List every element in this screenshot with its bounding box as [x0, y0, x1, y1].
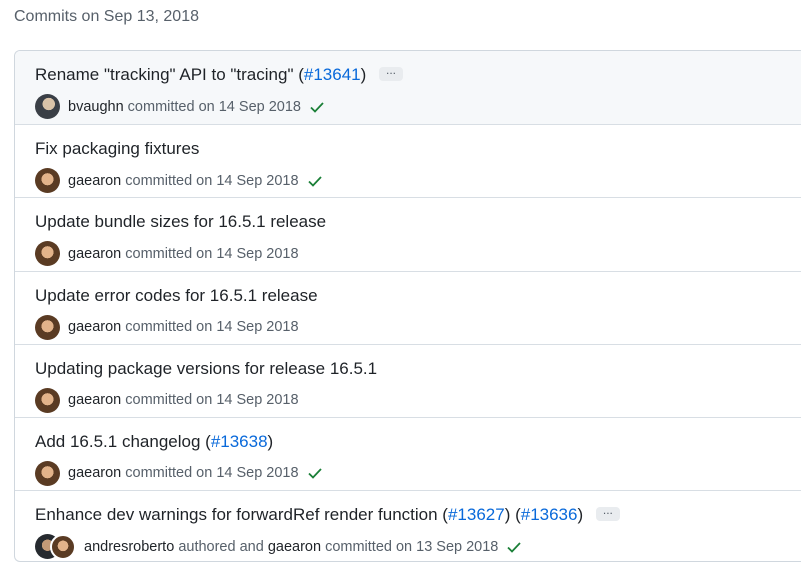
commit-title[interactable]: Add 16.5.1 changelog (#13638) — [35, 432, 273, 452]
commit-row: Enhance dev warnings for forwardRef rend… — [15, 490, 801, 561]
commit-title[interactable]: Rename "tracking" API to "tracing" (#136… — [35, 64, 404, 85]
commit-row: Fix packaging fixtures gaearon committed… — [15, 124, 801, 197]
commit-meta: gaearon committed on 14 Sep 2018 — [35, 241, 299, 267]
avatar[interactable] — [35, 387, 60, 413]
commit-meta: gaearon committed on 14 Sep 2018 — [35, 387, 299, 413]
avatar[interactable] — [35, 314, 60, 340]
commit-list: Rename "tracking" API to "tracing" (#136… — [14, 50, 801, 562]
check-icon[interactable] — [307, 173, 323, 189]
author-link[interactable]: gaearon — [68, 173, 121, 189]
author-link[interactable]: bvaughn — [68, 99, 124, 115]
avatar[interactable] — [35, 241, 60, 267]
commit-meta: gaearon committed on 14 Sep 2018 — [35, 460, 323, 486]
pr-link[interactable]: #13638 — [211, 432, 268, 451]
commit-group-header: Commits on Sep 13, 2018 — [14, 8, 199, 25]
commit-title[interactable]: Update error codes for 16.5.1 release — [35, 286, 318, 306]
commit-title[interactable]: Updating package versions for release 16… — [35, 359, 377, 379]
pr-link[interactable]: #13627 — [448, 505, 505, 524]
author-link[interactable]: andresroberto — [84, 539, 174, 555]
avatar[interactable] — [50, 534, 76, 561]
author-link[interactable]: gaearon — [68, 246, 121, 262]
ellipsis-icon[interactable]: ... — [595, 504, 620, 521]
commit-row: Add 16.5.1 changelog (#13638) gaearon co… — [15, 416, 801, 490]
author-link[interactable]: gaearon — [68, 465, 121, 481]
commit-meta: bvaughn committed on 14 Sep 2018 — [35, 94, 325, 119]
ellipsis-icon[interactable]: ... — [379, 64, 404, 81]
commit-meta: andresroberto authored and gaearon commi… — [35, 534, 522, 561]
commit-title[interactable]: Fix packaging fixtures — [35, 139, 199, 159]
check-icon[interactable] — [309, 99, 325, 115]
commit-row: Updating package versions for release 16… — [15, 343, 801, 417]
pr-link[interactable]: #13641 — [304, 65, 361, 84]
commit-title[interactable]: Update bundle sizes for 16.5.1 release — [35, 212, 326, 232]
avatar[interactable] — [35, 460, 60, 486]
avatar-stack — [35, 534, 76, 561]
commit-title[interactable]: Enhance dev warnings for forwardRef rend… — [35, 504, 620, 525]
check-icon[interactable] — [506, 539, 522, 555]
commit-meta: gaearon committed on 14 Sep 2018 — [35, 168, 323, 194]
commit-row: Rename "tracking" API to "tracing" (#136… — [15, 51, 801, 125]
author-link[interactable]: gaearon — [68, 392, 121, 408]
commit-row: Update error codes for 16.5.1 release ga… — [15, 270, 801, 344]
author-link[interactable]: gaearon — [68, 319, 121, 335]
check-icon[interactable] — [307, 465, 323, 481]
pr-link[interactable]: #13636 — [521, 505, 578, 524]
avatar[interactable] — [35, 168, 60, 194]
author-link[interactable]: gaearon — [268, 539, 321, 555]
avatar[interactable] — [35, 94, 60, 119]
commit-row: Update bundle sizes for 16.5.1 release g… — [15, 197, 801, 270]
commit-meta: gaearon committed on 14 Sep 2018 — [35, 314, 299, 340]
